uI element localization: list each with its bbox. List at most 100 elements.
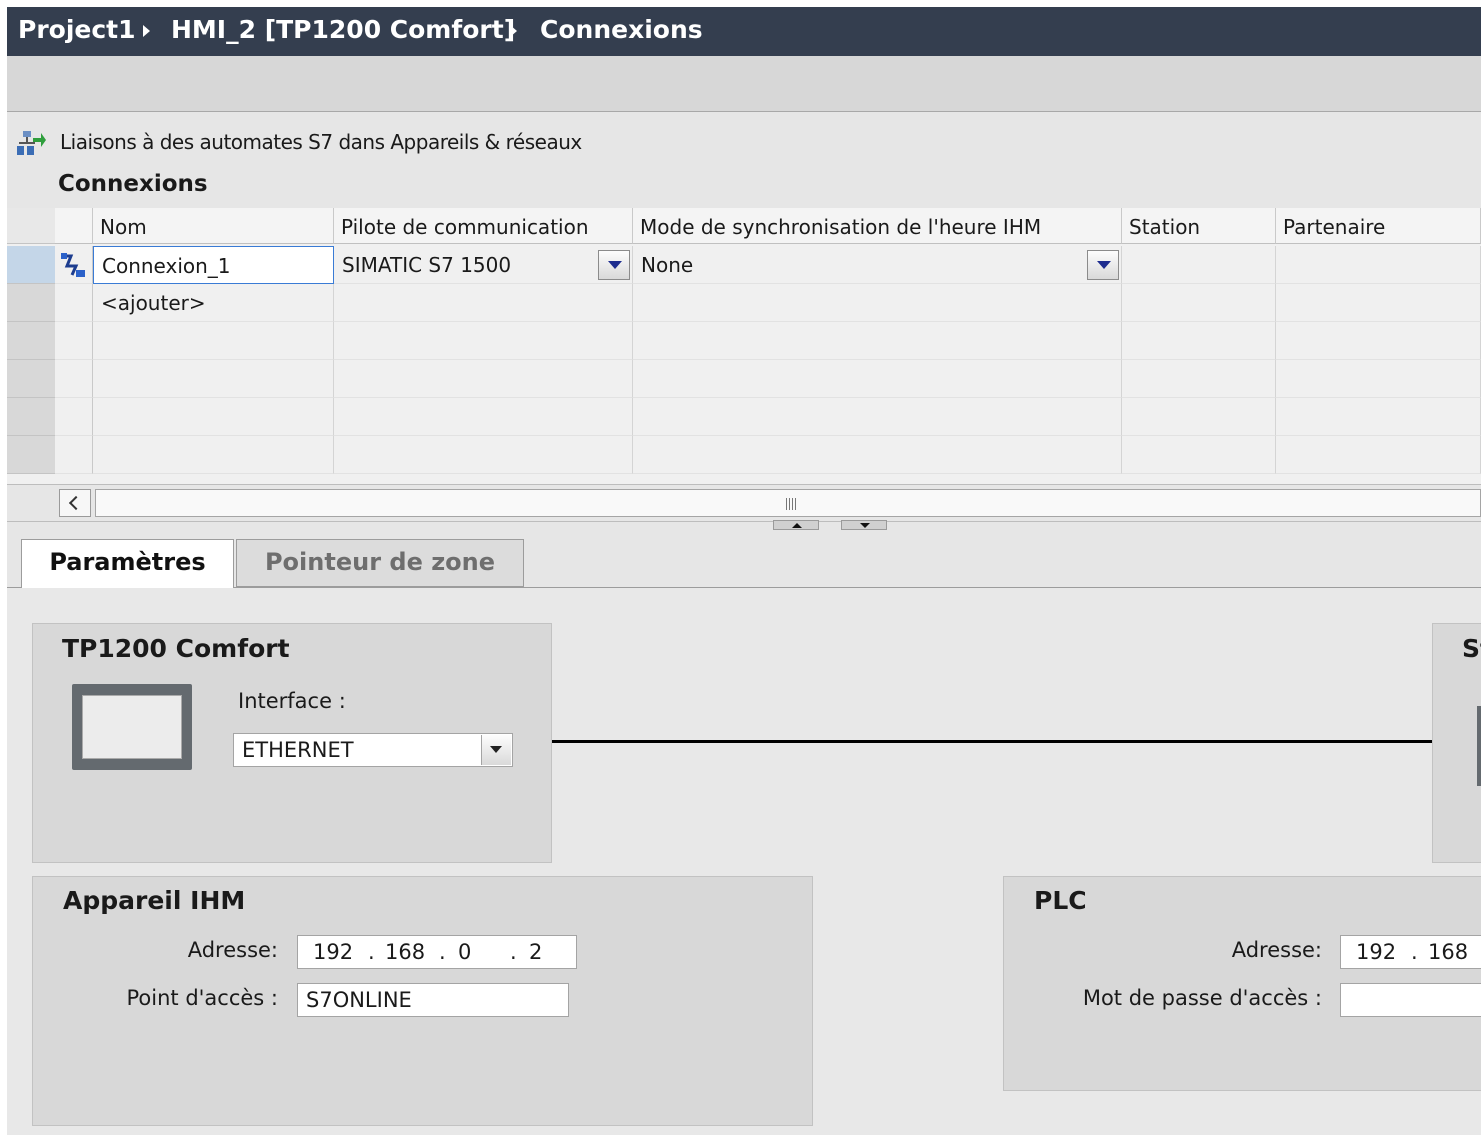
parameters-content: TP1200 Comfort Interface : ETHERNET St A… [7, 588, 1481, 1135]
table-row-icon-cell [55, 398, 93, 436]
ip-dot: . [1411, 940, 1418, 964]
column-header-partner[interactable]: Partenaire [1276, 208, 1481, 244]
arrow-down-icon [860, 523, 870, 528]
connections-editor: Project1 HMI_2 [TP1200 Comfort] Connexio… [7, 7, 1481, 1135]
scroll-left-button[interactable] [59, 489, 91, 517]
hmi-device-title: TP1200 Comfort [62, 634, 290, 663]
driver-dropdown-button[interactable] [598, 250, 630, 280]
breadcrumb-page: Connexions [540, 15, 703, 44]
plc-address-panel: PLC Adresse: 192 . 168 Mot de passe d'ac… [1003, 876, 1481, 1091]
ip-octet: 192 [1356, 940, 1397, 964]
plc-title: PLC [1034, 886, 1087, 915]
empty-cell [1122, 360, 1276, 398]
row-selector [7, 436, 55, 474]
empty-cell [633, 436, 1122, 474]
hmi-device-panel: TP1200 Comfort Interface : ETHERNET [32, 623, 552, 863]
interface-dropdown-button[interactable] [481, 735, 511, 765]
connection-name-cell[interactable]: Connexion_1 [93, 246, 334, 284]
access-password-label: Mot de passe d'accès : [1082, 986, 1322, 1010]
devices-networks-link-row[interactable]: Liaisons à des automates S7 dans Apparei… [7, 112, 1481, 168]
ip-octet: 2 [529, 940, 543, 964]
hmi-screen [82, 695, 182, 759]
scrollbar-thumb[interactable] [95, 489, 1481, 517]
interface-select[interactable]: ETHERNET [233, 733, 513, 767]
empty-cell [1122, 436, 1276, 474]
breadcrumb-device[interactable]: HMI_2 [TP1200 Comfort] [171, 15, 515, 44]
connections-title: Connexions [58, 171, 208, 197]
chevron-right-icon [510, 25, 517, 37]
empty-cell [633, 284, 1122, 322]
access-password-field[interactable] [1340, 983, 1481, 1017]
hmi-address-label: Adresse: [187, 938, 278, 962]
grip-icon [786, 498, 798, 510]
driver-cell[interactable]: SIMATIC S7 1500 [334, 246, 633, 284]
chevron-right-icon [143, 25, 150, 37]
empty-cell [334, 322, 633, 360]
table-row-icon-cell [55, 246, 93, 284]
row-selector[interactable] [7, 246, 55, 284]
ip-octet: 0 [458, 940, 472, 964]
column-header-sync-mode[interactable]: Mode de synchronisation de l'heure IHM [633, 208, 1122, 244]
tab-area-pointer[interactable]: Pointeur de zone [236, 539, 524, 587]
hmi-device-image [72, 684, 192, 770]
empty-cell [1276, 360, 1481, 398]
driver-value: SIMATIC S7 1500 [342, 253, 512, 277]
table-row-icon-cell [55, 360, 93, 398]
chevron-down-icon [490, 746, 502, 753]
row-selector [7, 360, 55, 398]
empty-cell [633, 398, 1122, 436]
ip-octet: 168 [1428, 940, 1469, 964]
partner-station-panel: St [1432, 623, 1481, 863]
interface-value: ETHERNET [242, 738, 354, 762]
empty-cell [1122, 398, 1276, 436]
network-devices-icon [17, 131, 46, 155]
connections-table: Nom Pilote de communication Mode de sync… [7, 208, 1481, 484]
row-selector [7, 322, 55, 360]
header-icon-cell [55, 208, 93, 244]
devices-networks-link[interactable]: Liaisons à des automates S7 dans Apparei… [60, 130, 582, 154]
empty-cell [93, 360, 334, 398]
table-horizontal-scrollbar[interactable] [7, 484, 1481, 522]
ip-octet: 192 [313, 940, 354, 964]
partner-station-title: St [1462, 634, 1481, 663]
row-selector [7, 398, 55, 436]
column-header-driver[interactable]: Pilote de communication [334, 208, 633, 244]
empty-cell [93, 322, 334, 360]
ip-dot: . [439, 940, 446, 964]
partner-device-image [1477, 706, 1481, 786]
empty-cell [93, 436, 334, 474]
empty-cell [633, 360, 1122, 398]
sync-mode-dropdown-button[interactable] [1087, 250, 1119, 280]
empty-cell [1276, 284, 1481, 322]
access-point-field[interactable]: S7ONLINE [297, 983, 569, 1017]
empty-cell [334, 284, 633, 322]
interface-label: Interface : [238, 689, 346, 713]
table-row-icon-cell [55, 322, 93, 360]
hmi-address-title: Appareil IHM [63, 886, 246, 915]
empty-cell [93, 398, 334, 436]
properties-tabs: Paramètres Pointeur de zone [7, 530, 1481, 588]
hmi-address-panel: Appareil IHM Adresse: 192 . 168 . 0 . 2 … [32, 876, 813, 1126]
splitter-up-button[interactable] [773, 520, 819, 530]
sync-mode-cell[interactable]: None [633, 246, 1122, 284]
empty-cell [334, 360, 633, 398]
table-row-icon-cell [55, 284, 93, 322]
tab-parameters[interactable]: Paramètres [21, 539, 234, 588]
empty-cell [1122, 284, 1276, 322]
add-connection-cell[interactable]: <ajouter> [93, 284, 334, 322]
arrow-up-icon [792, 523, 802, 528]
column-header-name[interactable]: Nom [93, 208, 334, 244]
splitter-down-button[interactable] [841, 520, 887, 530]
header-corner [7, 208, 55, 244]
row-selector[interactable] [7, 284, 55, 322]
toolbar [7, 56, 1481, 112]
breadcrumb-project[interactable]: Project1 [18, 15, 136, 44]
table-row-icon-cell [55, 436, 93, 474]
plc-ip-address-field[interactable]: 192 . 168 [1340, 935, 1481, 969]
column-header-station[interactable]: Station [1122, 208, 1276, 244]
empty-cell [334, 436, 633, 474]
hmi-ip-address-field[interactable]: 192 . 168 . 0 . 2 [297, 935, 577, 969]
empty-cell [334, 398, 633, 436]
partner-cell [1276, 246, 1481, 284]
empty-cell [633, 322, 1122, 360]
